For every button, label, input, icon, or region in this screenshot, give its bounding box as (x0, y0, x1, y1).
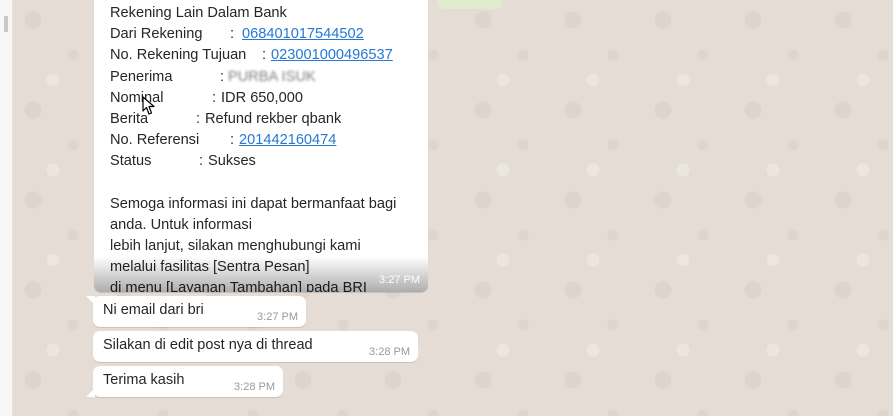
detail-separator: : (230, 132, 235, 149)
closing-line: anda. Untuk informasi (110, 216, 252, 233)
detail-row: No. Referensi : 201442160474 (110, 130, 415, 151)
image-message-bubble[interactable]: Rekening Lain Dalam Bank Dari Rekening :… (94, 0, 428, 292)
detail-separator: : (230, 26, 235, 43)
message-text: Ni email dari bri (103, 302, 204, 318)
detail-row: No. Rekening Tujuan : 023001000496537 (110, 45, 415, 66)
message-bubble[interactable]: Terima kasih 3:28 PM (86, 366, 283, 397)
message-bubble[interactable]: Ni email dari bri 3:27 PM (86, 296, 306, 327)
detail-label: No. Referensi (110, 132, 200, 149)
message-text: Silakan di edit post nya di thread (103, 337, 313, 353)
closing-line: Semoga informasi ini dapat bermanfaat ba… (110, 195, 397, 212)
amount-value: IDR 650,000 (221, 89, 303, 106)
outgoing-bubble-edge (438, 0, 502, 9)
detail-label: Dari Rekening (110, 26, 203, 43)
detail-row: Dari Rekening : 068401017544502 (110, 24, 415, 45)
bubble-tail (86, 296, 95, 305)
left-panel-edge (0, 0, 13, 416)
status-value: Sukses (208, 153, 256, 170)
note-value: Refund rekber qbank (205, 110, 342, 127)
detail-separator: : (212, 89, 217, 106)
mouse-cursor-icon (142, 96, 155, 115)
panel-scroll-marker (4, 16, 8, 32)
detail-row: Penerima : PURBA ISUK (110, 67, 415, 88)
closing-line: lebih lanjut, silakan menghubungi kami (110, 238, 361, 255)
detail-separator: : (196, 110, 201, 127)
account-link[interactable]: 068401017544502 (242, 24, 364, 45)
message-timestamp: 3:27 PM (257, 311, 298, 323)
closing-line: melalui fasilitas [Sentra Pesan] (110, 259, 310, 276)
detail-separator: : (220, 68, 225, 85)
detail-separator: : (199, 153, 204, 170)
message-timestamp: 3:28 PM (369, 346, 410, 358)
recipient-name-redacted: PURBA ISUK (228, 68, 316, 85)
bubble-tail (86, 388, 95, 397)
closing-line: di menu [Layanan Tambahan] pada BRI (110, 280, 367, 292)
message-text: Terima kasih (103, 372, 185, 388)
account-link[interactable]: 023001000496537 (271, 45, 393, 66)
detail-row: Rekening Lain Dalam Bank (110, 3, 415, 24)
message-bubble[interactable]: Silakan di edit post nya di thread 3:28 … (93, 331, 418, 362)
detail-label: Status (110, 153, 152, 170)
reference-link[interactable]: 201442160474 (239, 130, 336, 151)
message-timestamp: 3:28 PM (234, 381, 275, 393)
detail-row: Status : Sukses (110, 151, 415, 172)
detail-separator: : (262, 47, 267, 64)
detail-label: No. Rekening Tujuan (110, 47, 247, 64)
message-timestamp: 3:27 PM (379, 274, 420, 286)
detail-label: Rekening Lain Dalam Bank (110, 5, 287, 21)
bank-transfer-details: Rekening Lain Dalam Bank Dari Rekening :… (110, 3, 415, 292)
detail-label: Penerima (110, 68, 173, 85)
spacer-row (110, 173, 415, 194)
